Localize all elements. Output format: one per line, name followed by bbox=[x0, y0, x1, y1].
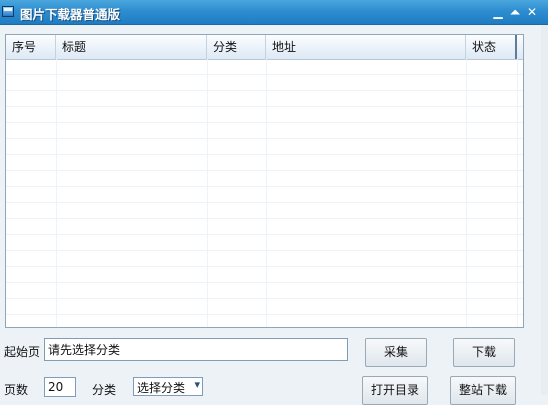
category-selected-value: 选择分类 bbox=[137, 381, 186, 395]
column-header-address[interactable]: 地址 bbox=[266, 35, 466, 59]
table-header: 序号 标题 分类 地址 状态 bbox=[6, 35, 523, 60]
table-row[interactable] bbox=[6, 299, 523, 315]
column-header-category[interactable]: 分类 bbox=[207, 35, 266, 59]
table-row[interactable] bbox=[6, 283, 523, 299]
column-divider bbox=[56, 59, 57, 327]
column-header-title[interactable]: 标题 bbox=[56, 35, 207, 59]
table-row[interactable] bbox=[6, 267, 523, 283]
table-row[interactable] bbox=[6, 315, 523, 327]
table-row[interactable] bbox=[6, 107, 523, 123]
table-row[interactable] bbox=[6, 91, 523, 107]
start-page-input[interactable] bbox=[44, 338, 348, 361]
window-right-edge bbox=[541, 25, 548, 395]
start-page-label: 起始页 bbox=[4, 345, 41, 359]
table-row[interactable] bbox=[6, 59, 523, 75]
table-row[interactable] bbox=[6, 235, 523, 251]
category-select[interactable]: 选择分类 ▾ bbox=[133, 377, 203, 396]
category-label: 分类 bbox=[92, 383, 117, 397]
title-bar: 图片下载器普通版 ▁ ⏶ ✕ bbox=[0, 0, 548, 25]
minimize-icon[interactable]: ▁ bbox=[490, 4, 506, 20]
close-icon[interactable]: ✕ bbox=[524, 4, 540, 20]
pages-input[interactable] bbox=[44, 377, 76, 397]
window-title: 图片下载器普通版 bbox=[20, 7, 121, 22]
table-row[interactable] bbox=[6, 171, 523, 187]
column-header-index[interactable]: 序号 bbox=[6, 35, 56, 59]
table-row[interactable] bbox=[6, 251, 523, 267]
table-row[interactable] bbox=[6, 203, 523, 219]
table-row[interactable] bbox=[6, 123, 523, 139]
download-list-table[interactable]: 序号 标题 分类 地址 状态 bbox=[5, 34, 524, 328]
column-divider bbox=[207, 59, 208, 327]
pages-label: 页数 bbox=[4, 383, 29, 397]
site-download-button[interactable]: 整站下载 bbox=[450, 376, 516, 405]
column-divider bbox=[466, 59, 467, 327]
table-row[interactable] bbox=[6, 139, 523, 155]
collect-button[interactable]: 采集 bbox=[365, 338, 427, 367]
column-header-status[interactable]: 状态 bbox=[466, 35, 517, 59]
column-divider bbox=[266, 59, 267, 327]
table-row[interactable] bbox=[6, 219, 523, 235]
maximize-icon[interactable]: ⏶ bbox=[507, 4, 523, 20]
table-row[interactable] bbox=[6, 155, 523, 171]
download-button[interactable]: 下载 bbox=[453, 338, 515, 367]
table-row[interactable] bbox=[6, 75, 523, 91]
table-row[interactable] bbox=[6, 187, 523, 203]
open-directory-button[interactable]: 打开目录 bbox=[362, 376, 428, 405]
app-icon bbox=[2, 6, 14, 17]
chevron-down-icon[interactable]: ▾ bbox=[194, 378, 200, 391]
column-divider bbox=[517, 59, 518, 327]
